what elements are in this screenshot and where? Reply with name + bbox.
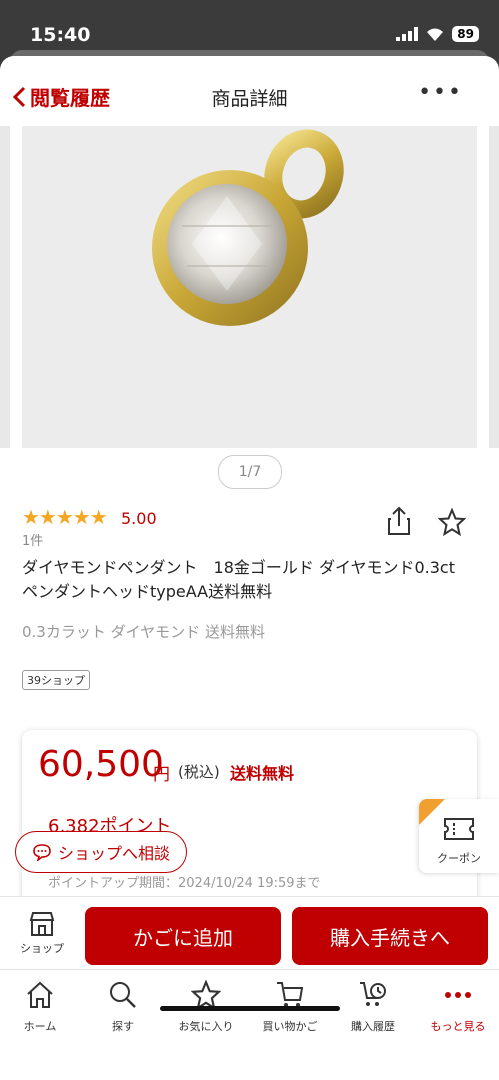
tab-more[interactable]: もっと見る xyxy=(418,978,498,1034)
tab-bar: ホーム 探す お気に入り 買い物かご 購入履歴 もっと見る xyxy=(0,969,499,1080)
tab-label: もっと見る xyxy=(430,1020,486,1033)
nav-bar: 閲覧履歴 商品詳細 ••• xyxy=(0,56,499,130)
shop-button[interactable]: ショップ xyxy=(14,911,70,956)
more-menu-icon[interactable]: ••• xyxy=(418,80,463,105)
home-icon xyxy=(27,981,53,1008)
product-image[interactable] xyxy=(22,126,477,448)
tax-note: (税込) xyxy=(178,763,220,781)
search-icon xyxy=(110,982,136,1008)
next-image-peek[interactable] xyxy=(489,126,499,448)
checkout-button[interactable]: 購入手続きへ xyxy=(292,907,488,965)
tab-label: ホーム xyxy=(23,1020,57,1033)
shop-consult-button[interactable]: ショップへ相談 xyxy=(15,831,187,873)
pendant-image xyxy=(152,129,344,326)
tab-label: 買い物かご xyxy=(262,1020,318,1033)
product-name: ダイヤモンドペンダント 18金ゴールド ダイヤモンド0.3ctペンダントヘッドt… xyxy=(22,558,456,601)
product-sheet: 閲覧履歴 商品詳細 ••• 1/7 ★★★★★ 5.00 1件 ダイヤモンドペン… xyxy=(0,56,499,1080)
tab-label: 探す xyxy=(112,1020,134,1033)
rating-score[interactable]: 5.00 xyxy=(121,509,157,528)
consult-label: ショップへ相談 xyxy=(57,844,170,863)
coupon-button[interactable]: クーポン xyxy=(419,799,499,873)
shop-tag: 39ショップ xyxy=(22,670,90,690)
battery-icon: 89 xyxy=(452,26,479,42)
shipping-free: 送料無料 xyxy=(230,764,295,783)
coupon-label: クーポン xyxy=(437,852,481,865)
price-currency: 円 xyxy=(153,765,170,785)
point-period: ポイントアップ期間：2024/10/24 19:59まで xyxy=(48,876,321,891)
tab-label: 購入履歴 xyxy=(351,1020,395,1033)
more-dots-icon xyxy=(445,992,471,998)
price-amount: 60,500 xyxy=(38,744,164,785)
shop-icon xyxy=(29,912,55,936)
price-panel: 60,500 円 (税込) 送料無料 6,382ポイント ポイントアップ期間：2… xyxy=(22,730,477,910)
shop-label: ショップ xyxy=(20,942,64,955)
tab-search[interactable]: 探す xyxy=(83,978,163,1034)
add-to-cart-button[interactable]: かごに追加 xyxy=(85,907,281,965)
purchase-history-icon xyxy=(360,982,386,1006)
coupon-ticket-icon xyxy=(444,818,474,840)
home-indicator[interactable] xyxy=(160,1006,340,1011)
status-time: 15:40 xyxy=(30,24,91,46)
tab-label: お気に入り xyxy=(178,1020,234,1033)
share-icon[interactable] xyxy=(386,506,412,536)
rating-stars[interactable]: ★★★★★ xyxy=(22,505,108,529)
product-subtitle: 0.3カラット ダイヤモンド 送料無料 xyxy=(22,623,265,641)
action-bar: ショップ かごに追加 購入手続きへ xyxy=(0,896,499,969)
tab-purchase-history[interactable]: 購入履歴 xyxy=(333,978,413,1034)
wifi-icon xyxy=(427,28,444,41)
star-favorite-icon[interactable] xyxy=(438,508,466,536)
status-icons: 89 xyxy=(396,26,479,42)
prev-image-peek[interactable] xyxy=(0,126,10,448)
review-count[interactable]: 1件 xyxy=(22,530,43,549)
chat-icon xyxy=(33,844,51,861)
signal-icon xyxy=(396,27,419,41)
tab-home[interactable]: ホーム xyxy=(0,978,80,1034)
image-pager: 1/7 xyxy=(218,455,282,489)
